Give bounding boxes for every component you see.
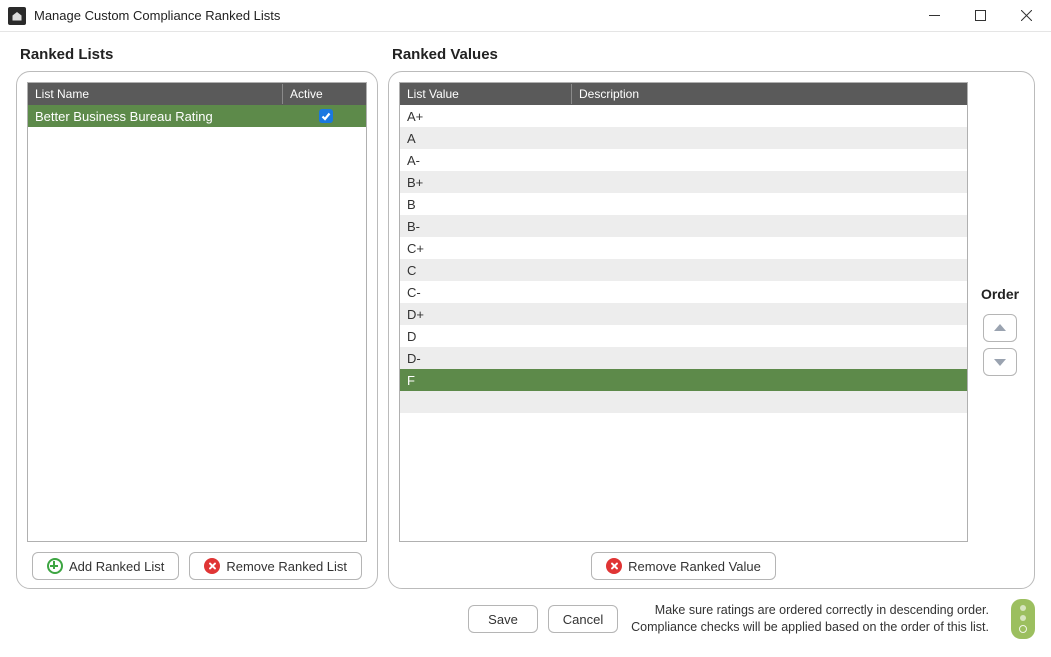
cell-list-value: C [400,261,572,280]
cell-description [572,224,967,228]
table-row[interactable]: C- [400,281,967,303]
checkbox-checked-icon[interactable] [319,109,333,123]
cell-list-value: B+ [400,173,572,192]
ranked-values-body[interactable]: A+ A A- B+ B B- C+ C C- D+ D D- F [400,105,967,541]
order-controls: Order [976,82,1024,580]
table-row[interactable]: A+ [400,105,967,127]
cancel-button[interactable]: Cancel [548,605,618,633]
cell-list-value: B [400,195,572,214]
footer-buttons: Save Cancel [468,605,618,633]
table-row[interactable]: A [400,127,967,149]
cell-description [572,334,967,338]
cell-list-value: A- [400,151,572,170]
move-up-button[interactable] [983,314,1017,342]
close-button[interactable] [1003,1,1049,31]
add-ranked-list-label: Add Ranked List [69,559,164,574]
cell-description [572,202,967,206]
cell-list-value: A [400,129,572,148]
status-indicator-icon[interactable] [1011,599,1035,639]
table-row-empty [400,391,967,413]
cell-list-value: A+ [400,107,572,126]
table-row[interactable]: B [400,193,967,215]
remove-icon [204,558,220,574]
table-row[interactable]: B+ [400,171,967,193]
table-row[interactable]: C+ [400,237,967,259]
table-row[interactable]: D- [400,347,967,369]
maximize-button[interactable] [957,1,1003,31]
cell-description [572,356,967,360]
footer: Save Cancel Make sure ratings are ordere… [0,597,1051,649]
cell-description [572,114,967,118]
footer-help-text: Make sure ratings are ordered correctly … [630,602,989,636]
cell-list-value: C- [400,283,572,302]
ranked-values-table[interactable]: List Value Description A+ A A- B+ B B- C+ C C- D+… [399,82,968,542]
cell-description [572,246,967,250]
table-row[interactable]: D+ [400,303,967,325]
table-row[interactable]: C [400,259,967,281]
table-row[interactable]: D [400,325,967,347]
window-controls [911,1,1049,31]
main-content: Ranked Lists List Name Active Better Bus… [0,32,1051,597]
ranked-lists-buttons: Add Ranked List Remove Ranked List [27,550,367,580]
ranked-lists-header: List Name Active [28,83,366,105]
add-ranked-list-button[interactable]: Add Ranked List [32,552,179,580]
cell-description [572,158,967,162]
remove-ranked-list-button[interactable]: Remove Ranked List [189,552,362,580]
minimize-button[interactable] [911,1,957,31]
cell-description [572,136,967,140]
cell-list-value: F [400,371,572,390]
ranked-lists-panel: Ranked Lists List Name Active Better Bus… [16,44,378,589]
table-row[interactable]: F [400,369,967,391]
col-description[interactable]: Description [572,84,967,104]
help-line-1: Make sure ratings are ordered correctly … [630,602,989,619]
cell-description [572,312,967,316]
table-row[interactable]: B- [400,215,967,237]
remove-ranked-value-label: Remove Ranked Value [628,559,761,574]
cell-description [572,378,967,382]
ranked-values-header: List Value Description [400,83,967,105]
add-icon [47,558,63,574]
window-title: Manage Custom Compliance Ranked Lists [34,8,911,23]
table-row[interactable]: Better Business Bureau Rating [28,105,366,127]
col-active[interactable]: Active [283,84,343,104]
ranked-values-buttons: Remove Ranked Value [399,550,968,580]
col-list-name[interactable]: List Name [28,84,283,104]
ranked-lists-heading: Ranked Lists [16,44,378,71]
cell-description [572,268,967,272]
cell-list-value: D [400,327,572,346]
ranked-values-panel: Ranked Values List Value Description A+A… [388,44,1035,589]
remove-ranked-value-button[interactable]: Remove Ranked Value [591,552,776,580]
col-list-value[interactable]: List Value [400,84,572,104]
ranked-values-heading: Ranked Values [388,44,1035,71]
cell-list-value: B- [400,217,572,236]
cell-list-value: D- [400,349,572,368]
save-button[interactable]: Save [468,605,538,633]
cell-list-value: C+ [400,239,572,258]
cell-description [572,180,967,184]
order-label: Order [981,286,1019,302]
titlebar: Manage Custom Compliance Ranked Lists [0,0,1051,32]
cell-active[interactable] [283,107,343,126]
ranked-values-group: List Value Description A+ A A- B+ B B- C+ C C- D+… [388,71,1035,589]
remove-icon [606,558,622,574]
cell-list-name: Better Business Bureau Rating [28,107,283,126]
cell-list-value: D+ [400,305,572,324]
cell-description [572,290,967,294]
help-line-2: Compliance checks will be applied based … [630,619,989,636]
ranked-lists-group: List Name Active Better Business Bureau … [16,71,378,589]
ranked-lists-body[interactable]: Better Business Bureau Rating [28,105,366,541]
table-row[interactable]: A- [400,149,967,171]
app-icon [8,7,26,25]
ranked-lists-table[interactable]: List Name Active Better Business Bureau … [27,82,367,542]
move-down-button[interactable] [983,348,1017,376]
remove-ranked-list-label: Remove Ranked List [226,559,347,574]
